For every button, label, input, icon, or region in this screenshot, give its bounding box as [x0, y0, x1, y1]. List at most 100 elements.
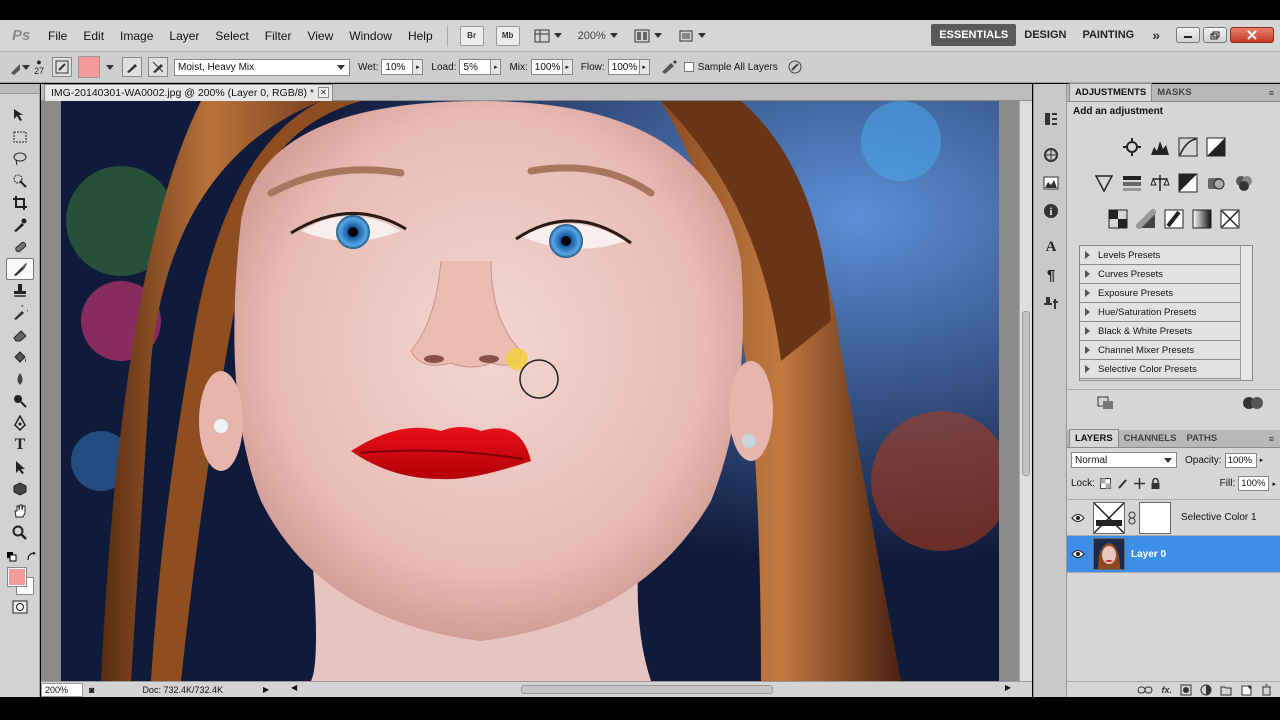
workspace-design[interactable]: DESIGN — [1016, 24, 1074, 46]
menu-layer[interactable]: Layer — [161, 29, 207, 43]
brush-panel-toggle[interactable] — [52, 57, 73, 77]
vertical-scroll-thumb[interactable] — [1022, 311, 1030, 476]
swap-colors-icon[interactable] — [27, 552, 37, 562]
blend-preset-select[interactable]: Moist, Heavy Mix — [174, 58, 351, 76]
quick-selection-tool[interactable] — [6, 170, 34, 192]
zoom-field[interactable]: 200% — [41, 682, 83, 697]
scroll-right-arrow[interactable]: ▶ — [1005, 683, 1011, 692]
character-panel-button[interactable]: A — [1040, 236, 1062, 258]
move-tool[interactable] — [6, 104, 34, 126]
canvas-area[interactable] — [41, 101, 1019, 681]
channel-mixer-icon[interactable] — [1232, 171, 1256, 195]
document-tab[interactable]: IMG-20140301-WA0002.jpg @ 200% (Layer 0,… — [44, 84, 333, 101]
lasso-tool[interactable] — [6, 148, 34, 170]
healing-brush-tool[interactable] — [6, 236, 34, 258]
opacity-input[interactable]: 100% — [1224, 452, 1257, 468]
history-brush-tool[interactable] — [6, 302, 34, 324]
visibility-toggle-icon[interactable] — [1242, 396, 1264, 410]
opacity-stepper[interactable]: ▸ — [1260, 456, 1264, 464]
menu-filter[interactable]: Filter — [257, 29, 300, 43]
menu-image[interactable]: Image — [112, 29, 161, 43]
dodge-tool[interactable] — [6, 390, 34, 412]
restore-button[interactable] — [1203, 27, 1227, 43]
eraser-tool[interactable] — [6, 324, 34, 346]
zoom-tool[interactable] — [6, 522, 34, 544]
black-white-icon[interactable] — [1176, 171, 1200, 195]
workspace-painting[interactable]: PAINTING — [1074, 24, 1142, 46]
color-balance-icon[interactable] — [1148, 171, 1172, 195]
panel-menu-icon[interactable]: ≡ — [1269, 88, 1274, 98]
type-tool[interactable]: T — [6, 434, 34, 456]
info-panel-button[interactable]: i — [1040, 200, 1062, 222]
preset-exposure[interactable]: Exposure Presets — [1080, 284, 1240, 303]
blur-tool[interactable] — [6, 368, 34, 390]
layer-row-layer-0[interactable]: Layer 0 — [1067, 536, 1280, 573]
lock-all-icon[interactable] — [1150, 478, 1162, 490]
eye-icon[interactable] — [1067, 549, 1089, 559]
menu-edit[interactable]: Edit — [75, 29, 112, 43]
brush-size-picker[interactable]: ● 27 — [34, 58, 44, 76]
tab-masks[interactable]: MASKS — [1152, 84, 1196, 101]
load-input[interactable]: 5% — [459, 59, 492, 75]
status-info-arrow[interactable]: ▶ — [263, 685, 269, 694]
panel-grip[interactable] — [0, 84, 39, 94]
preset-black-white[interactable]: Black & White Presets — [1080, 322, 1240, 341]
vertical-scrollbar[interactable] — [1019, 101, 1032, 681]
fill-stepper[interactable]: ▸ — [1272, 480, 1276, 488]
mini-bridge-button[interactable]: Mb — [495, 25, 520, 46]
horizontal-scrollbar[interactable]: ◀ ▶ — [291, 683, 1011, 695]
extras-dropdown[interactable] — [534, 29, 562, 43]
scroll-left-arrow[interactable]: ◀ — [291, 683, 297, 692]
presets-scrollbar[interactable] — [1240, 246, 1252, 380]
pressure-toggle[interactable] — [784, 56, 806, 78]
link-layers-icon[interactable] — [1137, 685, 1153, 695]
preset-selective-color[interactable]: Selective Color Presets — [1080, 360, 1240, 379]
foreground-color-swatch[interactable] — [7, 567, 27, 587]
bridge-button[interactable]: Br — [459, 25, 484, 46]
curves-icon[interactable] — [1176, 135, 1200, 159]
new-adjustment-layer-icon[interactable] — [1200, 684, 1212, 696]
tab-channels[interactable]: CHANNELS — [1119, 430, 1182, 447]
zoom-dropdown[interactable]: 200% — [578, 30, 618, 42]
wet-input[interactable]: 10% — [381, 59, 414, 75]
load-brush-button[interactable] — [122, 57, 143, 77]
delete-layer-icon[interactable] — [1260, 684, 1272, 696]
menu-select[interactable]: Select — [207, 29, 256, 43]
marquee-tool[interactable] — [6, 126, 34, 148]
new-group-icon[interactable] — [1220, 684, 1232, 696]
clone-stamp-tool[interactable] — [6, 280, 34, 302]
layer-mask-thumbnail[interactable] — [1139, 501, 1171, 534]
menu-window[interactable]: Window — [341, 29, 400, 43]
screen-mode-dropdown[interactable] — [678, 29, 706, 43]
crop-tool[interactable] — [6, 192, 34, 214]
lock-position-icon[interactable] — [1133, 478, 1145, 490]
clean-brush-button[interactable] — [148, 57, 169, 77]
navigator-panel-button[interactable] — [1040, 144, 1062, 166]
current-brush-load-swatch[interactable] — [78, 56, 101, 78]
horizontal-scroll-thumb[interactable] — [521, 685, 773, 694]
preset-levels[interactable]: Levels Presets — [1080, 246, 1240, 265]
menu-help[interactable]: Help — [400, 29, 441, 43]
menu-view[interactable]: View — [299, 29, 341, 43]
layer-style-icon[interactable]: fx. — [1161, 685, 1172, 695]
minimize-button[interactable] — [1176, 27, 1200, 43]
preset-channel-mixer[interactable]: Channel Mixer Presets — [1080, 341, 1240, 360]
wet-stepper[interactable]: ▸ — [413, 59, 424, 75]
add-mask-icon[interactable] — [1180, 684, 1192, 696]
history-panel-button[interactable] — [1040, 108, 1062, 130]
clip-to-layer-icon[interactable] — [1097, 396, 1115, 410]
fill-input[interactable]: 100% — [1238, 476, 1270, 491]
tab-layers[interactable]: LAYERS — [1069, 429, 1119, 447]
eyedropper-tool[interactable] — [6, 214, 34, 236]
sample-all-layers-checkbox[interactable] — [683, 62, 694, 72]
lock-pixels-icon[interactable] — [1117, 478, 1129, 490]
posterize-icon[interactable] — [1134, 207, 1158, 231]
load-stepper[interactable]: ▸ — [491, 59, 502, 75]
chain-link-icon[interactable] — [1128, 511, 1136, 525]
invert-icon[interactable] — [1106, 207, 1130, 231]
layer-row-selective-color[interactable]: Selective Color 1 — [1067, 499, 1280, 536]
brightness-contrast-icon[interactable] — [1120, 135, 1144, 159]
mixer-brush-tool[interactable] — [6, 258, 34, 280]
airbrush-toggle[interactable] — [658, 56, 680, 78]
flow-input[interactable]: 100% — [607, 59, 640, 75]
